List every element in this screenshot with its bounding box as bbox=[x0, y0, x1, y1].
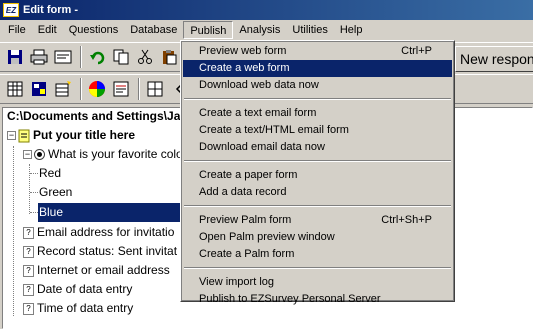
menu-item-create-text-email-form[interactable]: Create a text email form bbox=[183, 105, 452, 122]
menu-item-label: Publish to EZSurvey Personal Server bbox=[199, 293, 381, 305]
collapse-icon[interactable]: − bbox=[23, 150, 32, 159]
tree-connector bbox=[29, 164, 30, 214]
question-label: What is your favorite colo bbox=[48, 147, 183, 161]
copy-icon[interactable] bbox=[110, 46, 132, 68]
menu-separator bbox=[184, 267, 451, 269]
menu-file[interactable]: File bbox=[2, 21, 32, 39]
question-mark-icon: ? bbox=[23, 245, 34, 258]
menu-bar: File Edit Questions Database Publish Ana… bbox=[0, 20, 533, 40]
title-bar: EZ Edit form - bbox=[0, 0, 533, 20]
field-label: Internet or email address bbox=[37, 263, 170, 277]
tree-connector bbox=[30, 173, 38, 174]
option-row-selected[interactable]: Blue bbox=[38, 203, 188, 222]
menu-item-download-email-data[interactable]: Download email data now bbox=[183, 139, 452, 156]
menu-item-label: Download email data now bbox=[199, 141, 325, 153]
menu-item-label: Preview web form bbox=[199, 45, 287, 57]
field-row[interactable]: ? Email address for invitatio bbox=[23, 223, 174, 242]
menu-item-label: Create a Palm form bbox=[199, 248, 295, 260]
field-label: Date of data entry bbox=[37, 282, 133, 296]
cut-icon[interactable] bbox=[134, 46, 156, 68]
grid-view-icon[interactable] bbox=[4, 78, 26, 100]
form-title-row[interactable]: − Put your title here bbox=[7, 126, 135, 145]
menu-publish[interactable]: Publish bbox=[183, 21, 234, 39]
toolbar-separator bbox=[80, 46, 82, 68]
toolbar-separator bbox=[80, 78, 82, 100]
print-icon[interactable] bbox=[28, 46, 50, 68]
tree-connector bbox=[30, 212, 38, 213]
field-row[interactable]: ? Date of data entry bbox=[23, 280, 132, 299]
menu-item-shortcut: Ctrl+Sh+P bbox=[381, 214, 432, 226]
menu-item-create-web-form[interactable]: Create a web form bbox=[183, 60, 452, 77]
option-row[interactable]: Green bbox=[39, 183, 189, 202]
menu-item-create-paper-form[interactable]: Create a paper form bbox=[183, 167, 452, 184]
menu-item-label: Open Palm preview window bbox=[199, 231, 335, 243]
menu-item-shortcut: Ctrl+P bbox=[401, 45, 432, 57]
option-label: Red bbox=[39, 166, 62, 180]
layout-grid-icon[interactable] bbox=[144, 78, 166, 100]
menu-item-label: Create a paper form bbox=[199, 169, 298, 181]
menu-item-create-html-email-form[interactable]: Create a text/HTML email form bbox=[183, 122, 452, 139]
menu-item-view-import-log[interactable]: View import log bbox=[183, 274, 452, 291]
option-row[interactable]: Red bbox=[39, 164, 189, 183]
field-row[interactable]: ? Time of data entry bbox=[23, 299, 133, 318]
menu-item-publish-to-server[interactable]: Publish to EZSurvey Personal Server bbox=[183, 291, 452, 308]
question-mark-icon: ? bbox=[23, 264, 34, 277]
menu-item-preview-web-form[interactable]: Preview web form Ctrl+P bbox=[183, 43, 452, 60]
undo-icon[interactable] bbox=[86, 46, 108, 68]
menu-utilities[interactable]: Utilities bbox=[286, 21, 333, 39]
menu-item-add-data-record[interactable]: Add a data record bbox=[183, 184, 452, 201]
menu-item-label: Preview Palm form bbox=[199, 214, 292, 226]
menu-database[interactable]: Database bbox=[124, 21, 183, 39]
menu-item-preview-palm-form[interactable]: Preview Palm form Ctrl+Sh+P bbox=[183, 212, 452, 229]
menu-item-label: Create a text email form bbox=[199, 107, 317, 119]
new-table-icon[interactable] bbox=[52, 78, 74, 100]
paste-icon[interactable] bbox=[158, 46, 180, 68]
new-response-button[interactable]: New respon bbox=[455, 46, 533, 72]
save-icon[interactable] bbox=[4, 46, 26, 68]
publish-menu: Preview web form Ctrl+P Create a web for… bbox=[180, 40, 455, 305]
menu-edit[interactable]: Edit bbox=[32, 21, 63, 39]
field-label: Record status: Sent invitat bbox=[37, 244, 178, 258]
field-label: Email address for invitatio bbox=[37, 225, 175, 239]
document-icon bbox=[18, 129, 30, 142]
database-icon[interactable] bbox=[28, 78, 50, 100]
menu-separator bbox=[184, 205, 451, 207]
question-mark-icon: ? bbox=[23, 302, 34, 315]
menu-item-download-web-data[interactable]: Download web data now bbox=[183, 77, 452, 94]
form-title: Put your title here bbox=[33, 128, 136, 142]
toolbar-separator bbox=[138, 78, 140, 100]
collapse-icon[interactable]: − bbox=[7, 131, 16, 140]
menu-item-label: Add a data record bbox=[199, 186, 287, 198]
menu-separator bbox=[184, 160, 451, 162]
question-mark-icon: ? bbox=[23, 283, 34, 296]
menu-questions[interactable]: Questions bbox=[63, 21, 125, 39]
menu-item-open-palm-preview[interactable]: Open Palm preview window bbox=[183, 229, 452, 246]
menu-item-create-palm-form[interactable]: Create a Palm form bbox=[183, 246, 452, 263]
tree-connector bbox=[13, 146, 14, 316]
field-label: Time of data entry bbox=[37, 301, 134, 315]
option-label: Green bbox=[39, 185, 73, 199]
field-row[interactable]: ? Internet or email address bbox=[23, 261, 170, 280]
question-row[interactable]: − What is your favorite colo bbox=[23, 145, 183, 164]
radio-question-icon bbox=[34, 149, 45, 160]
option-label: Blue bbox=[39, 205, 64, 219]
app-logo-icon: EZ bbox=[3, 3, 19, 17]
form-view-icon[interactable] bbox=[52, 46, 74, 68]
window-title: Edit form - bbox=[23, 4, 78, 16]
report-icon[interactable] bbox=[110, 78, 132, 100]
menu-item-label: View import log bbox=[199, 276, 274, 288]
pie-chart-icon[interactable] bbox=[86, 78, 108, 100]
tree-connector bbox=[30, 192, 38, 193]
menu-item-label: Create a web form bbox=[199, 62, 290, 74]
field-row[interactable]: ? Record status: Sent invitat bbox=[23, 242, 177, 261]
menu-item-label: Download web data now bbox=[199, 79, 319, 91]
menu-separator bbox=[184, 98, 451, 100]
question-mark-icon: ? bbox=[23, 226, 34, 239]
menu-item-label: Create a text/HTML email form bbox=[199, 124, 349, 136]
menu-analysis[interactable]: Analysis bbox=[233, 21, 286, 39]
menu-help[interactable]: Help bbox=[334, 21, 369, 39]
